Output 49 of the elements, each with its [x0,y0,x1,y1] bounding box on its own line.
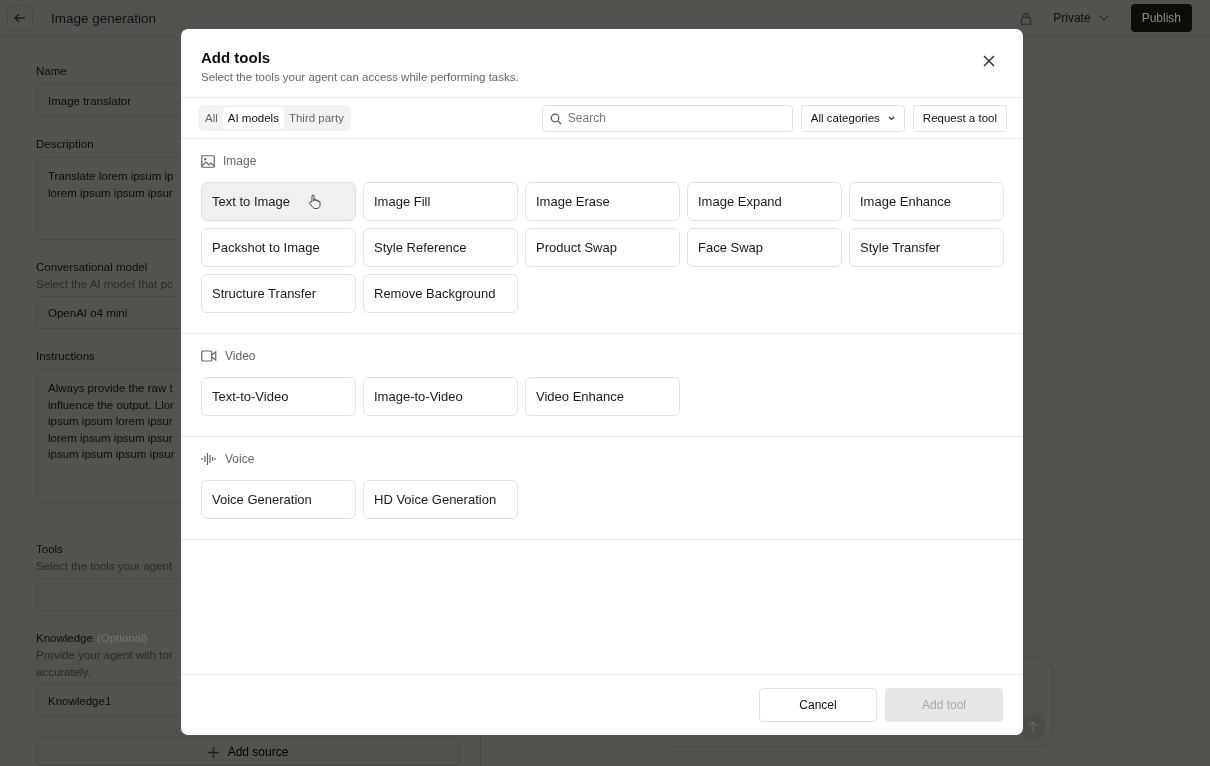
field-label: Knowledge [36,631,93,645]
filter-tab[interactable]: All [200,107,223,129]
tool-option[interactable]: HD Voice Generation [363,480,518,519]
tool-option[interactable]: Text to Image [201,182,356,221]
field-label: Tools [36,542,63,556]
tool-option[interactable]: Image Expand [687,182,842,221]
tool-option[interactable]: Video Enhance [525,377,680,416]
field-label: Name [36,64,67,78]
tool-option[interactable]: Style Reference [363,228,518,267]
filter-tab[interactable]: AI models [222,107,284,129]
tool-option[interactable]: Structure Transfer [201,274,356,313]
tool-option[interactable]: Remove Background [363,274,518,313]
tool-option[interactable]: Image-to-Video [363,377,518,416]
section-title: Video [225,349,256,363]
section-title: Voice [225,452,255,466]
section-title: Image [223,154,257,168]
tool-option[interactable]: Voice Generation [201,480,356,519]
search-field[interactable]: Search [541,104,793,132]
request-tool-button[interactable]: Request a tool [912,104,1007,132]
tool-option[interactable]: Face Swap [687,228,842,267]
send-button[interactable] [1020,714,1046,740]
search-icon [549,112,562,125]
plus-icon [207,746,219,758]
field-label: Conversational model [36,260,148,274]
image-icon [201,154,215,168]
video-camera-icon [201,350,217,362]
hand-cursor-icon [308,194,322,209]
dialog-title: Add tools [201,49,272,66]
field-label: Instructions [36,349,95,363]
chevron-down-icon [1098,15,1109,21]
page-title: Image generation [51,10,157,26]
tool-option[interactable]: Text-to-Video [201,377,356,416]
dialog-subtitle: Select the tools your agent can access while performing tasks. [201,71,520,83]
tool-option[interactable]: Image Erase [525,182,680,221]
close-icon [983,55,995,67]
arrow-up-icon [1027,721,1039,733]
chevron-down-icon [887,115,895,121]
tool-option[interactable]: Image Enhance [849,182,1004,221]
tool-option[interactable]: Packshot to Image [201,228,356,267]
category-dropdown[interactable]: All categories [800,104,905,132]
back-arrow-icon [13,11,27,25]
field-label: Description [36,137,94,151]
sound-wave-icon [201,453,217,465]
tool-option[interactable]: Style Transfer [849,228,1004,267]
filter-tab[interactable]: Third party [283,107,349,129]
cancel-button[interactable]: Cancel [759,688,877,722]
publish-button[interactable]: Publish [1130,4,1192,32]
tool-option[interactable]: Image Fill [363,182,518,221]
tool-option[interactable]: Product Swap [525,228,680,267]
